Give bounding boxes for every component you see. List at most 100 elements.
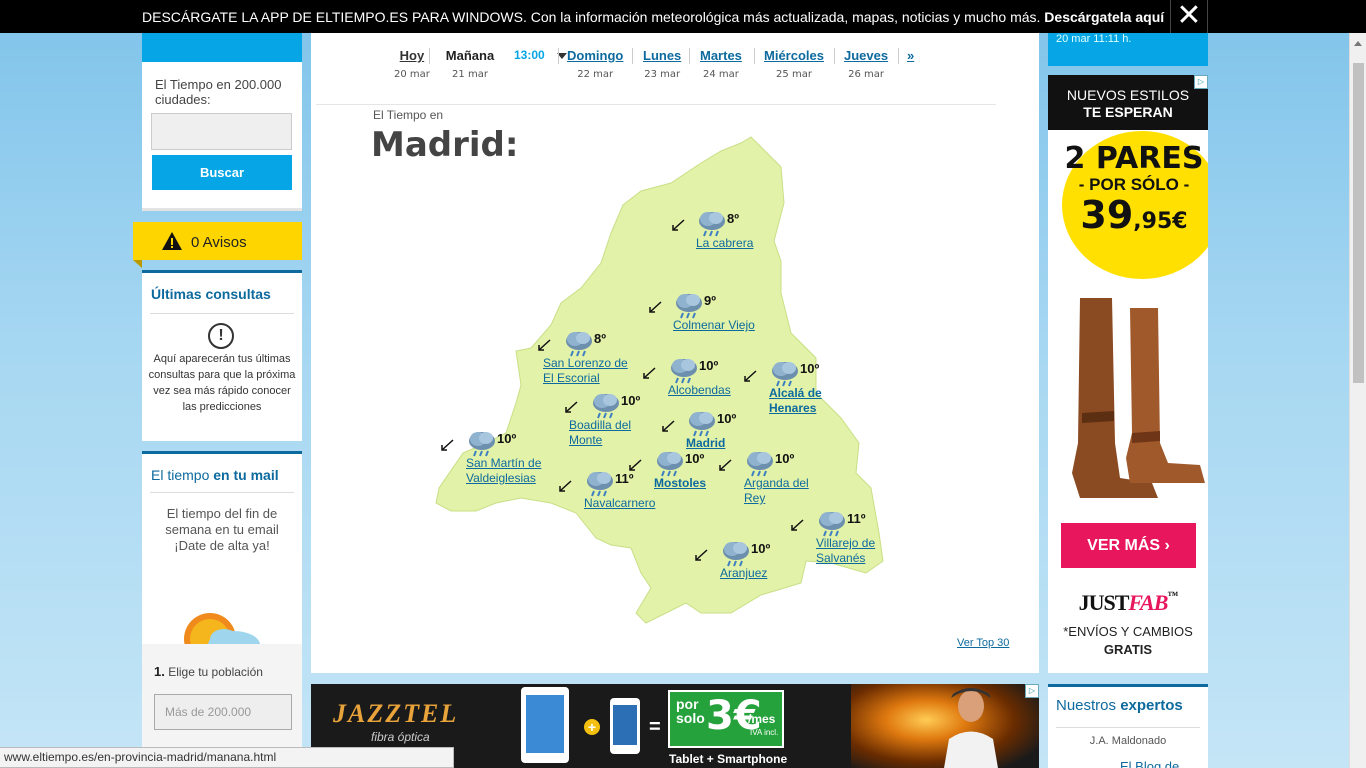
close-icon[interactable]: ✕ [1170,0,1208,33]
offer-line-2: - POR SÓLO - [1078,175,1190,194]
search-box-header [142,33,302,62]
location-name-line-2[interactable]: Salvanés [816,551,875,566]
location-name-line-1[interactable]: Alcobendas [668,383,731,398]
adchoices-icon[interactable]: ▷ [1025,684,1039,698]
location-name-line-1[interactable]: Arganda del [744,476,809,491]
app-download-banner: DESCÁRGATE LA APP DE ELTIEMPO.ES PARA WI… [0,0,1366,33]
experts-title-bold: expertos [1120,697,1183,714]
location-name-link[interactable]: Boadilla del Monte [569,418,631,448]
location-temperature: 9º [704,293,716,308]
location-name-line-1[interactable]: La cabrera [696,236,753,251]
search-button[interactable]: Buscar [152,155,292,190]
warning-icon [162,232,182,250]
rain-cloud-icon[interactable] [720,539,752,567]
ad-header: NUEVOS ESTILOS TE ESPERAN [1048,75,1208,130]
avisos-banner[interactable]: 0 Avisos [133,222,302,268]
location-name-line-1[interactable]: Mostoles [654,476,706,491]
brand-part-2: FAB [1128,590,1168,615]
region-map [435,136,884,624]
rain-cloud-icon[interactable] [769,359,801,387]
email-subscription-box: El tiempo en tu mail El tiempo del fin d… [142,451,302,768]
location-name-link[interactable]: Alcobendas [668,383,731,398]
page-scrollbar[interactable] [1349,33,1366,768]
rain-cloud-icon[interactable] [584,469,616,497]
search-input[interactable] [151,113,292,150]
location-name-line-1[interactable]: Madrid [686,436,725,451]
sun-cloud-icon [184,613,260,649]
shipping-note: *ENVÍOS Y CAMBIOS GRATIS [1048,623,1208,659]
location-name-line-1[interactable]: Boadilla del [569,418,631,433]
location-name-link[interactable]: Alcalá de Henares [769,386,822,416]
email-box-title: El tiempo en tu mail [151,467,279,483]
tablet-image [521,687,569,763]
tablet-screen [526,695,564,753]
rain-cloud-icon[interactable] [673,291,705,319]
brand-trademark: ™ [1167,590,1178,602]
rain-cloud-icon[interactable] [668,356,700,384]
rain-cloud-icon[interactable] [696,209,728,237]
step-text: Elige tu población [168,665,263,679]
adchoices-icon[interactable]: ▷ [1194,75,1208,89]
rain-cloud-icon[interactable] [816,509,848,537]
banner-download-link[interactable]: Descárgatela aquí [1044,9,1164,25]
rain-cloud-icon[interactable] [466,429,498,457]
rain-cloud-icon[interactable] [563,329,595,357]
ad-header-line-1: NUEVOS ESTILOS [1066,87,1190,103]
location-name-link[interactable]: Arganda del Rey [744,476,809,506]
ver-mas-button[interactable]: VER MÁS › [1061,523,1196,568]
scrollbar-thumb[interactable] [1353,63,1364,383]
location-name-line-2[interactable]: Valdeiglesias [466,471,541,486]
location-name-link[interactable]: Villarejo de Salvanés [816,536,875,566]
location-name-link[interactable]: La cabrera [696,236,753,251]
avisos-fold [133,260,142,268]
location-name-line-1[interactable]: Navalcarnero [584,496,655,511]
recent-searches-message: Aquí aparecerán tus últimas consultas pa… [148,353,296,413]
location-name-link[interactable]: San Lorenzo de El Escorial [543,356,628,386]
price-badge: por solo 3€ /mes IVA incl. [668,690,784,748]
location-name-line-1[interactable]: San Martín de [466,456,541,471]
wind-arrow-icon [628,458,642,471]
justfab-logo: JUSTFAB™ [1048,590,1208,616]
fibra-optica-text: fibra óptica [371,730,430,744]
population-select[interactable]: Más de 200.000 [154,694,292,730]
location-name-line-1[interactable]: Villarejo de [816,536,875,551]
email-message: El tiempo del fin de semana en tu email … [152,506,292,554]
location-name-link[interactable]: Aranjuez [720,566,767,581]
right-advertisement[interactable]: NUEVOS ESTILOS TE ESPERAN ▷ 2 PARES - PO… [1048,75,1208,673]
rain-cloud-icon[interactable] [654,449,686,477]
offer-price: 39,95€ [1064,195,1204,242]
location-name-link[interactable]: Navalcarnero [584,496,655,511]
status-bar-url: www.eltiempo.es/en-provincia-madrid/mana… [0,747,454,768]
location-name-link[interactable]: Madrid [686,436,725,451]
location-name-line-2[interactable]: Henares [769,401,822,416]
location-name-line-1[interactable]: San Lorenzo de [543,356,628,371]
updated-time: 20 mar 11:11 h. [1056,33,1132,45]
location-name-link[interactable]: Colmenar Viejo [673,318,755,333]
location-name-line-1[interactable]: Alcalá de [769,386,822,401]
search-label: El Tiempo en 200.000 ciudades: [155,77,282,107]
info-icon: ! [208,323,234,349]
location-name-line-2[interactable]: El Escorial [543,371,628,386]
location-name-link[interactable]: San Martín de Valdeiglesias [466,456,541,486]
price-prefix: por solo [676,696,705,726]
recent-searches-title: Últimas consultas [151,286,271,302]
ad-header-line-2: TE ESPERAN [1083,104,1173,120]
ver-top-30-link[interactable]: Ver Top 30 [957,637,1009,649]
location-name-line-1[interactable]: Colmenar Viejo [673,318,755,333]
expert-blog-link[interactable]: El Blog de [1120,759,1179,768]
offer-line-1: 2 PARES [1064,141,1204,176]
rain-cloud-icon[interactable] [590,391,622,419]
wind-arrow-icon [694,548,708,561]
email-message-line: El tiempo del fin de semana en tu email [165,506,279,537]
location-name-line-2[interactable]: Rey [744,491,809,506]
rain-cloud-icon[interactable] [744,449,776,477]
location-name-link[interactable]: Mostoles [654,476,706,491]
location-name-line-1[interactable]: Aranjuez [720,566,767,581]
rain-cloud-icon[interactable] [686,409,718,437]
wind-arrow-icon [661,419,675,432]
ad-caption: Tablet + Smartphone [669,752,788,766]
location-name-line-2[interactable]: Monte [569,433,631,448]
scroll-up-icon[interactable] [1354,41,1362,46]
wind-arrow-icon [671,218,685,231]
main-content: Hoy 20 mar Mañana 21 mar 13:00 Domingo 2… [311,33,1039,673]
